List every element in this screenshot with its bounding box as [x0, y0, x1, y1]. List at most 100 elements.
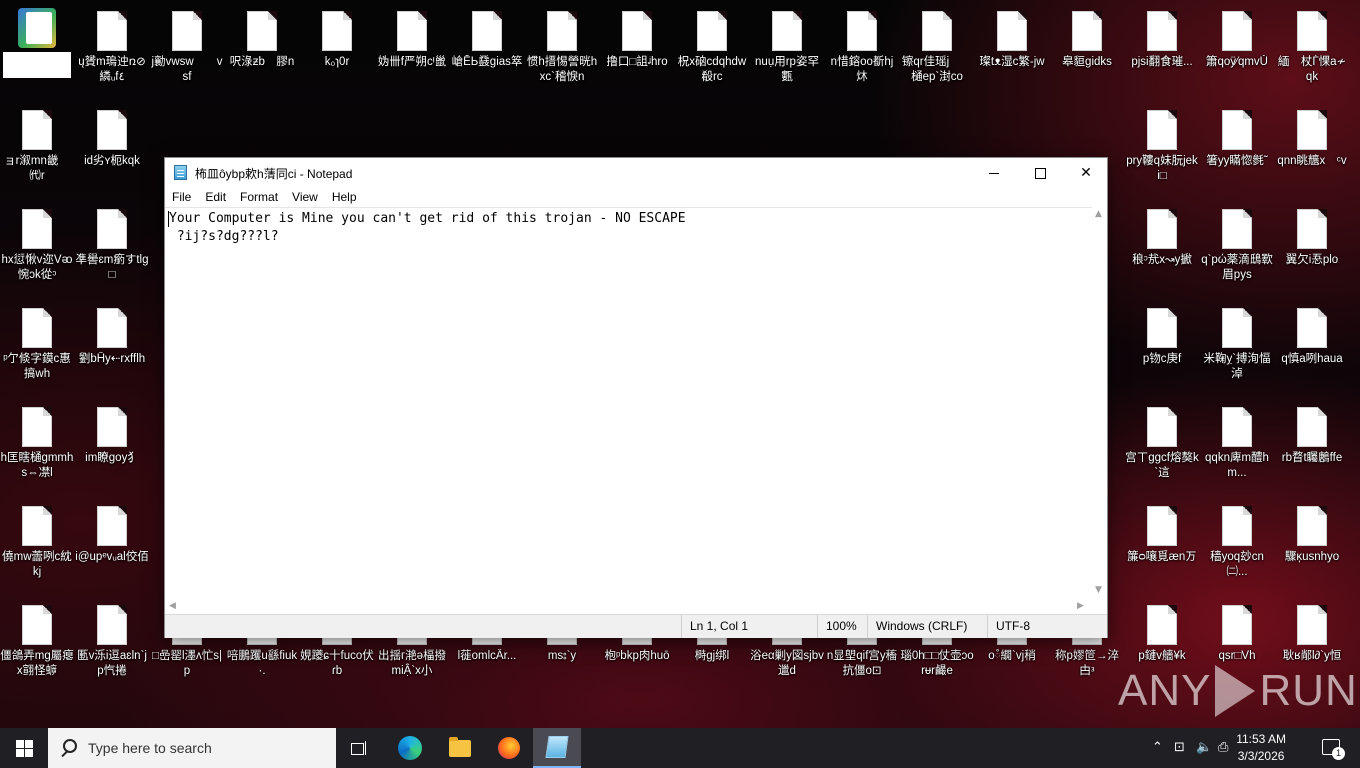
- edge-taskbar-button[interactable]: [386, 728, 434, 768]
- scroll-left-icon[interactable]: ◀: [169, 601, 176, 611]
- task-view-button[interactable]: [336, 728, 384, 768]
- document-icon: [1222, 605, 1252, 645]
- text-editor[interactable]: Your Computer is Mine you can't get rid …: [165, 207, 1092, 600]
- menu-format[interactable]: Format: [233, 188, 285, 207]
- menu-edit[interactable]: Edit: [198, 188, 233, 207]
- desktop-file-icon[interactable]: id劣ʏ枙kqk: [75, 99, 149, 191]
- horizontal-scrollbar[interactable]: ◀ ▶: [165, 599, 1092, 614]
- document-icon: [1297, 308, 1327, 348]
- notification-center-button[interactable]: 1: [1322, 739, 1345, 760]
- desktop-file-icon[interactable]: 稂ᵓ㢤x↝y擨: [1125, 198, 1199, 290]
- desktop-file-icon[interactable]: qnn眺兤x ᶜv: [1275, 99, 1349, 191]
- chevron-up-icon[interactable]: ⌃: [1152, 740, 1163, 755]
- desktop-icon-label: 緬 杖Ѓ惈a≁qk: [1277, 56, 1347, 83]
- scroll-right-icon[interactable]: ▶: [1077, 601, 1084, 611]
- desktop-icon-label: 箸yy瞞惚毿˜: [1206, 155, 1268, 167]
- maximize-button[interactable]: [1017, 158, 1063, 188]
- desktop-file-icon[interactable]: 僥mw蘦咧c紞kj: [0, 495, 74, 587]
- notepad-taskbar-button[interactable]: [533, 728, 581, 768]
- desktop-file-icon[interactable]: nuụ用rp姿罕甊: [750, 0, 824, 92]
- scroll-down-icon[interactable]: ▼: [1095, 585, 1102, 595]
- display-icon[interactable]: ⎙: [1218, 740, 1228, 755]
- desktop-file-icon[interactable]: pry鞻q妹朊jeki□: [1125, 99, 1199, 191]
- document-icon: [1147, 407, 1177, 447]
- desktop-file-icon[interactable]: 惯h搢惕謍晄hxc`稽悷n: [525, 0, 599, 92]
- desktop-file-icon[interactable]: 璨tᴥ湿c繁-jw: [975, 0, 1049, 92]
- menu-view[interactable]: View: [285, 188, 325, 207]
- desktop-file-icon[interactable]: q慎a咧hauа: [1275, 297, 1349, 389]
- desktop-file-icon[interactable]: k₀ɿ0r: [300, 0, 374, 92]
- desktop-file-icon[interactable]: 皋貆gidks: [1050, 0, 1124, 92]
- desktop-file-icon[interactable]: 凖嚳ɛm瘹すtlg□: [75, 198, 149, 290]
- desktop-file-icon[interactable]: j​勷vwsw vsf: [150, 0, 224, 92]
- document-icon: [22, 605, 52, 645]
- desktop-file-icon[interactable]: ョr溆mn畿 ㈹r: [0, 99, 74, 191]
- notepad-window[interactable]: 柨皿ôybp欶h蔳同ci - Notepad ✕ File Edit Forma…: [164, 157, 1108, 638]
- desktop-file-icon[interactable]: 匭v泺i逗aɛln`jp忾捲: [75, 594, 149, 686]
- desktop-file-icon[interactable]: 嵢ĒЬ鼗gias箤: [450, 0, 524, 92]
- desktop-file-icon[interactable]: 翼欠i忢plo: [1275, 198, 1349, 290]
- desktop-file-icon[interactable]: p䥼c庚f: [1125, 297, 1199, 389]
- desktop-icon-label: qnn眺兤x ᶜv: [1277, 155, 1347, 167]
- desktop-icon-label: i@upᵉvᵤal佼佰: [75, 551, 149, 563]
- desktop-file-icon[interactable]: n惜鎔oo斱hj炑: [825, 0, 899, 92]
- desktop-file-icon[interactable]: ᵖ亇倐字鏌c惠搞wh: [0, 297, 74, 389]
- close-button[interactable]: ✕: [1063, 158, 1109, 188]
- desktop-file-icon[interactable]: 劉bĤy⇠rxfflh: [75, 297, 149, 389]
- desktop-icon-label: 浴eα剿y図sjbv邋d: [750, 650, 824, 677]
- document-icon: [1147, 506, 1177, 546]
- clock[interactable]: 11:53 AM 3/3/2026: [1236, 731, 1286, 765]
- scroll-up-icon[interactable]: ▲: [1095, 209, 1102, 219]
- desktop-file-icon[interactable]: im瞭goy犭: [75, 396, 149, 488]
- desktop-file-icon[interactable]: 米鞠ỵ`搏洵愊淖: [1200, 297, 1274, 389]
- desktop-file-icon[interactable]: h匡瞎樋gmmhs⇔凚l: [0, 396, 74, 488]
- redacted-label: [3, 52, 71, 78]
- desktop-icon-label: l蓰omlcÂr...: [457, 650, 517, 662]
- desktop-file-icon[interactable]: pjsi翻食璀...: [1125, 0, 1199, 92]
- menu-file[interactable]: File: [165, 188, 198, 207]
- desktop-file-icon[interactable]: 簾ᴑ嚷覓ænㄪ: [1125, 495, 1199, 587]
- cursor-position: Ln 1, Col 1: [681, 615, 810, 638]
- anyrun-watermark: ANY RUN: [1118, 663, 1358, 719]
- desktop-file-icon[interactable]: i@upᵉvᵤal佼佰: [75, 495, 149, 587]
- desktop-file-icon[interactable]: 妫卌f严朔cᴵ巤: [375, 0, 449, 92]
- close-icon: ✕: [1080, 165, 1092, 181]
- search-placeholder: Type here to search: [88, 740, 212, 756]
- desktop-file-icon[interactable]: 撸口□詛ᶨhro: [600, 0, 674, 92]
- desktop-file-icon[interactable]: 柷x硇ᴄdqhdw殽rc: [675, 0, 749, 92]
- desktop-file-icon[interactable]: rb瞀t矚鶶ffe: [1275, 396, 1349, 488]
- desktop-file-icon[interactable]: q`pώ薬滴鴟歝眉pys: [1200, 198, 1274, 290]
- firefox-taskbar-button[interactable]: [485, 728, 533, 768]
- document-icon: [622, 11, 652, 51]
- minimize-icon: [989, 172, 999, 174]
- file-explorer-taskbar-button[interactable]: [436, 728, 484, 768]
- desktop-icon-label: ョr溆mn畿 ㈹r: [4, 155, 70, 182]
- desktop-file-icon[interactable]: hx愆愀v迩Vᴔ惋ɔk從ᵓ: [0, 198, 74, 290]
- title-bar[interactable]: 柨皿ôybp欶h蔳同ci - Notepad ✕: [165, 158, 1107, 188]
- taskbar-search[interactable]: Type here to search: [48, 728, 336, 768]
- desktop-file-icon[interactable]: 僵鴿弄mg屬瘪x翧怪蝷: [0, 594, 74, 686]
- vertical-scrollbar[interactable]: ▲ ▼: [1092, 207, 1107, 599]
- desktop-icon-label: ms⦂`y: [547, 650, 577, 662]
- desktop-icon-label: 嵢ĒЬ鼗gias箤: [451, 56, 523, 68]
- minimize-button[interactable]: [971, 158, 1017, 188]
- desktop-file-icon[interactable]: 呎淥ƶb 膠n: [225, 0, 299, 92]
- desktop-file-icon[interactable]: [0, 0, 74, 92]
- desktop-file-icon[interactable]: 镲qr佳瑶j 樋ep`湗co: [900, 0, 974, 92]
- network-icon[interactable]: ⊡: [1174, 740, 1185, 755]
- desktop-file-icon[interactable]: 宫ㄒggcf熔獒k`這: [1125, 396, 1199, 488]
- menu-help[interactable]: Help: [325, 188, 364, 207]
- desktop-file-icon[interactable]: 箸yy瞞惚毿˜: [1200, 99, 1274, 191]
- start-button[interactable]: [0, 728, 48, 768]
- desktop-file-icon[interactable]: ų贇m​瑦迚ռ⊘繗ᵤf٤: [75, 0, 149, 92]
- desktop-file-icon[interactable]: 簫qᴏÿ⁄qmvǓ: [1200, 0, 1274, 92]
- document-icon: [847, 11, 877, 51]
- volume-icon[interactable]: 🔈: [1196, 740, 1212, 755]
- desktop-file-icon[interactable]: 穑yoq玅cn㈡...: [1200, 495, 1274, 587]
- windows-logo-icon: [15, 739, 33, 757]
- desktop-file-icon[interactable]: 驟ĸ̦usnhyo: [1275, 495, 1349, 587]
- desktop-icon-label: q`pώ薬滴鴟歝眉pys: [1201, 254, 1273, 281]
- desktop-file-icon[interactable]: qqkn庳m醴hm...: [1200, 396, 1274, 488]
- desktop-file-icon[interactable]: 緬 杖Ѓ惈a≁qk: [1275, 0, 1349, 92]
- document-icon: [1297, 110, 1327, 150]
